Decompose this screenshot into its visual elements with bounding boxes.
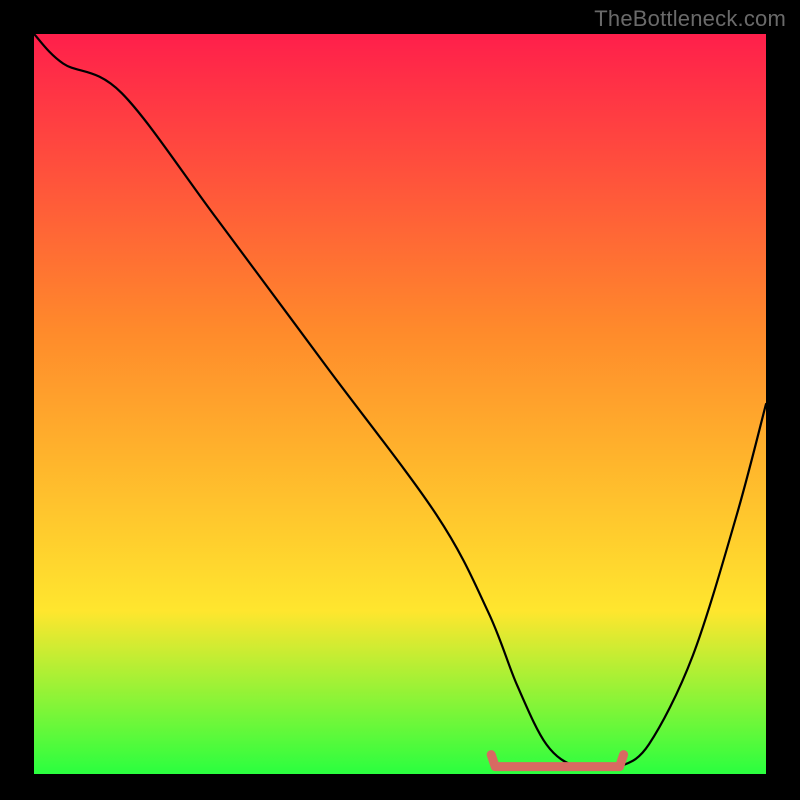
chart-svg <box>34 34 766 774</box>
chart-frame: TheBottleneck.com <box>0 0 800 800</box>
watermark-text: TheBottleneck.com <box>594 6 786 32</box>
gradient-rect <box>34 34 766 774</box>
plot-area <box>34 34 766 774</box>
